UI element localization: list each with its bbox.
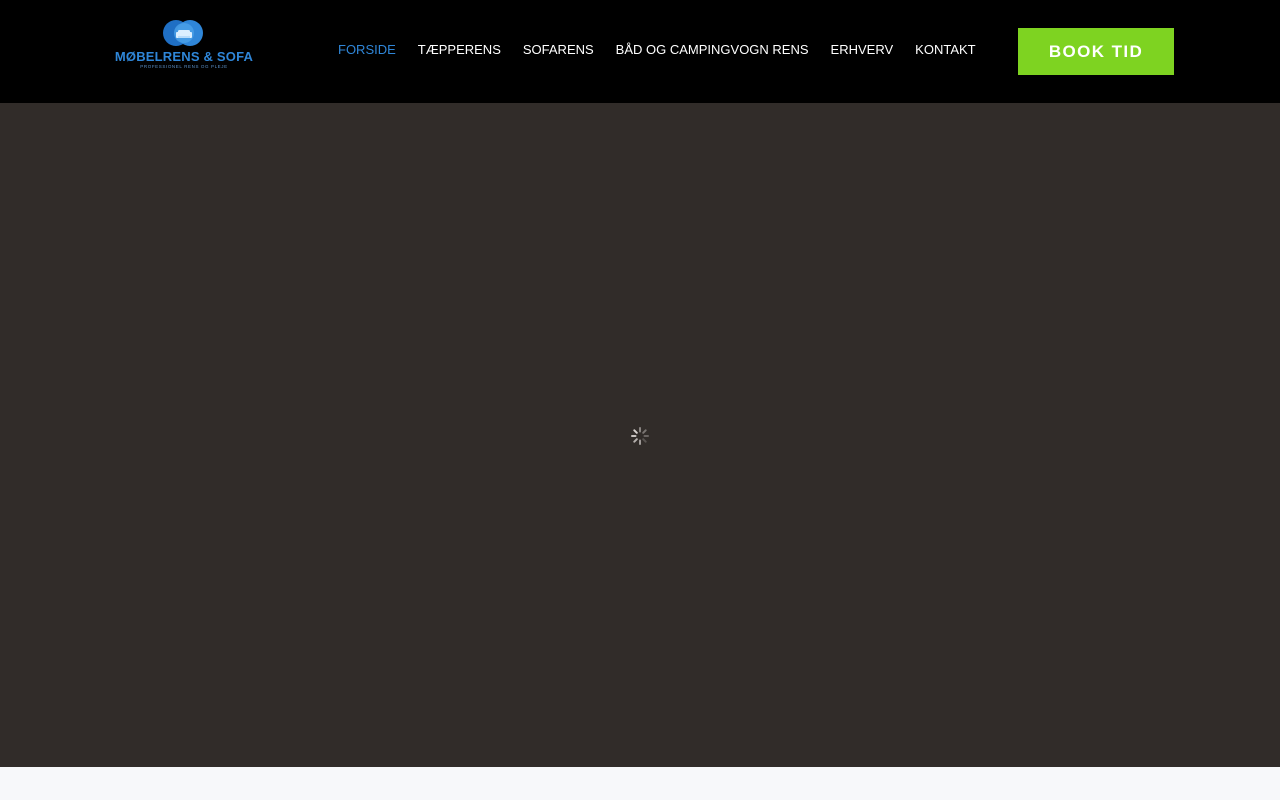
brand-name: MØBELRENS & SOFA xyxy=(114,49,254,64)
nav-item-kontakt[interactable]: KONTAKT xyxy=(915,42,975,57)
site-logo[interactable]: MØBELRENS & SOFA PROFESSIONEL RENS OG PL… xyxy=(114,19,254,71)
brand-tagline: PROFESSIONEL RENS OG PLEJE xyxy=(140,64,228,69)
nav-item-taepperens[interactable]: TÆPPERENS xyxy=(418,42,501,57)
hero-section xyxy=(0,103,1280,767)
site-header: MØBELRENS & SOFA PROFESSIONEL RENS OG PL… xyxy=(0,0,1280,103)
main-nav: FORSIDE TÆPPERENS SOFARENS BÅD OG CAMPIN… xyxy=(338,40,976,58)
nav-item-sofarens[interactable]: SOFARENS xyxy=(523,42,594,57)
nav-item-forside[interactable]: FORSIDE xyxy=(338,42,396,57)
spinner-icon xyxy=(631,427,649,445)
nav-item-erhverv[interactable]: ERHVERV xyxy=(831,42,894,57)
sofa-emblem-icon xyxy=(163,20,203,46)
nav-item-baad-og-campingvogn-rens[interactable]: BÅD OG CAMPINGVOGN RENS xyxy=(616,42,809,57)
page-bottom-strip xyxy=(0,767,1280,800)
book-tid-button[interactable]: BOOK TID xyxy=(1018,28,1174,75)
